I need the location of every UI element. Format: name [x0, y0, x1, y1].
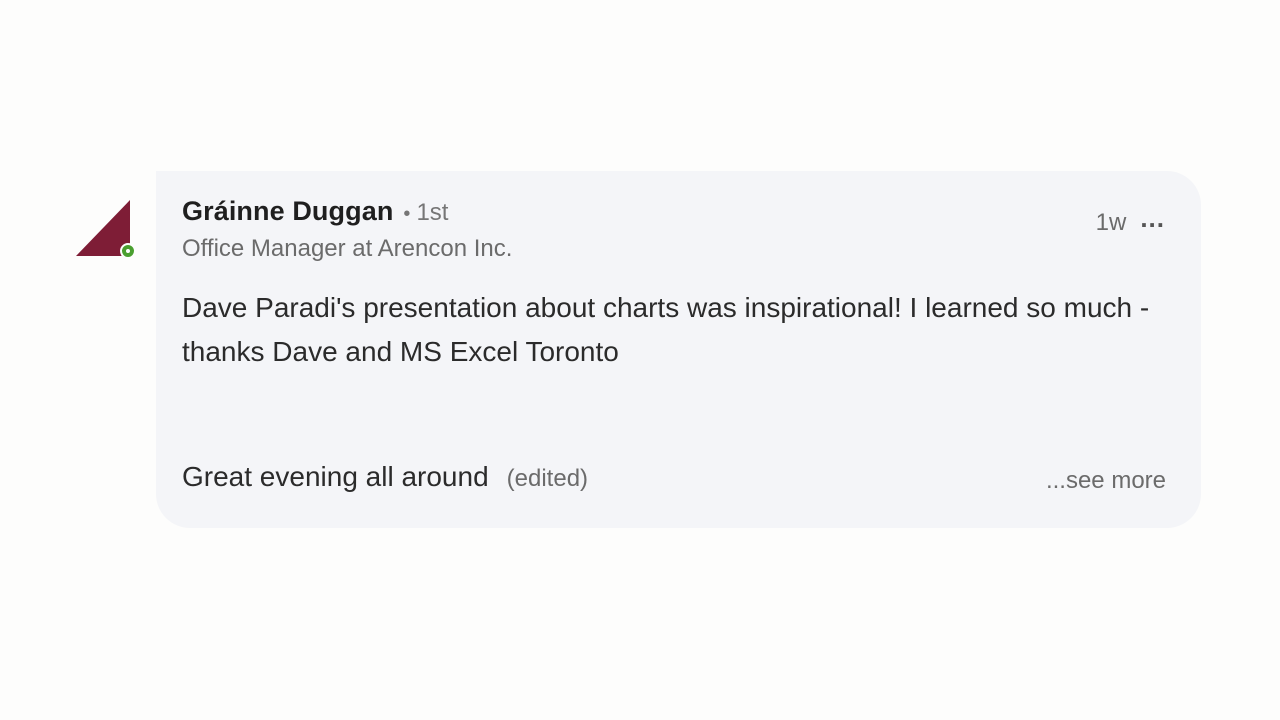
comment-body: Dave Paradi's presentation about charts …: [182, 292, 1150, 367]
author-header: Gráinne Duggan • 1st: [182, 196, 448, 227]
comment-bubble: Gráinne Duggan • 1st Office Manager at A…: [156, 171, 1201, 528]
more-options-button[interactable]: ...: [1140, 205, 1165, 231]
degree-separator: •: [403, 203, 411, 225]
online-status-icon: [122, 245, 134, 257]
author-avatar[interactable]: [74, 198, 142, 266]
comment-footer: Great evening all around (edited): [182, 461, 588, 493]
edited-label: (edited): [506, 465, 589, 492]
connection-degree: 1st: [416, 199, 449, 226]
see-more-link[interactable]: ...see more: [1046, 467, 1166, 495]
avatar-logo-icon: [76, 200, 130, 256]
author-name[interactable]: Gráinne Duggan: [182, 196, 393, 227]
comment-timestamp: 1w: [1095, 209, 1127, 236]
comment-meta: 1w ...: [1095, 205, 1165, 237]
author-headline: Office Manager at Arencon Inc.: [182, 235, 513, 262]
comment-body-continued: Great evening all around: [182, 461, 489, 492]
comment-thread: Gráinne Duggan • 1st Office Manager at A…: [0, 0, 1280, 720]
